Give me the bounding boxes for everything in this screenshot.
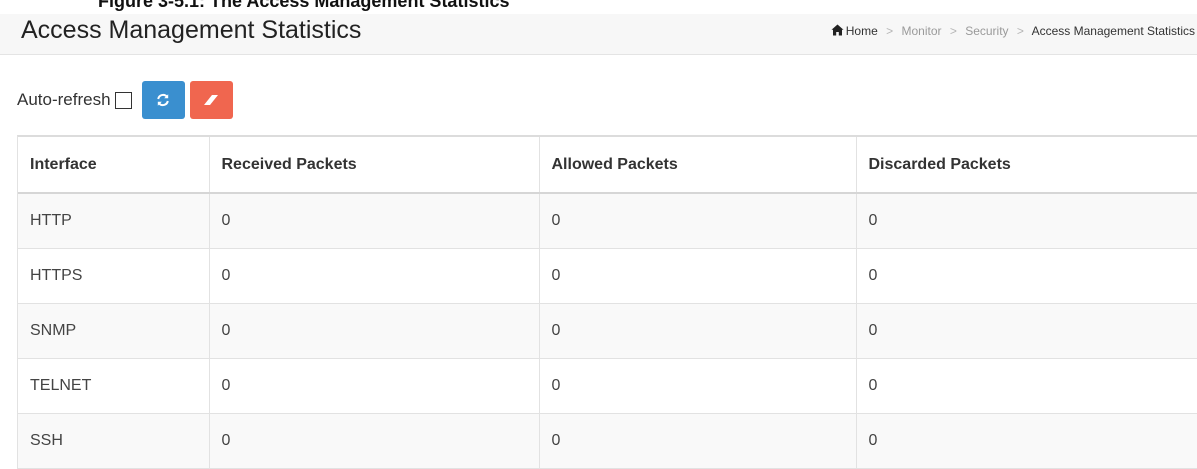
- cell-interface: SNMP: [18, 303, 210, 359]
- breadcrumb-security[interactable]: Security: [965, 24, 1008, 38]
- statistics-table: Interface Received Packets Allowed Packe…: [18, 137, 1197, 469]
- cell-received-packets: 0: [209, 303, 540, 359]
- cell-interface: HTTPS: [18, 248, 210, 304]
- auto-refresh-label: Auto-refresh: [17, 90, 111, 109]
- breadcrumb-separator: >: [886, 24, 894, 38]
- refresh-button[interactable]: [141, 81, 185, 119]
- cell-interface: SSH: [18, 413, 210, 469]
- cell-interface: HTTP: [18, 193, 210, 249]
- cell-allowed-packets: 0: [539, 248, 857, 304]
- column-header-interface: Interface: [18, 137, 210, 194]
- statistics-table-container: Interface Received Packets Allowed Packe…: [17, 135, 1197, 469]
- clear-button[interactable]: [189, 81, 233, 119]
- breadcrumb-separator: >: [1016, 24, 1024, 38]
- column-header-received-packets: Received Packets: [209, 137, 540, 194]
- cell-received-packets: 0: [209, 193, 540, 249]
- cell-discarded-packets: 0: [856, 413, 1197, 469]
- cell-allowed-packets: 0: [539, 303, 857, 359]
- breadcrumb: Home > Monitor > Security > Access Manag…: [831, 24, 1195, 39]
- page-title: Access Management Statistics: [21, 16, 362, 44]
- cell-discarded-packets: 0: [856, 358, 1197, 414]
- table-row: SNMP 0 0 0: [18, 303, 1197, 359]
- cell-received-packets: 0: [209, 358, 540, 414]
- cell-received-packets: 0: [209, 248, 540, 304]
- cell-interface: TELNET: [18, 358, 210, 414]
- refresh-icon: [157, 93, 169, 107]
- cell-allowed-packets: 0: [539, 193, 857, 249]
- table-row: TELNET 0 0 0: [18, 358, 1197, 414]
- home-icon[interactable]: [831, 24, 844, 39]
- cell-allowed-packets: 0: [539, 358, 857, 414]
- cell-discarded-packets: 0: [856, 303, 1197, 359]
- cell-discarded-packets: 0: [856, 193, 1197, 249]
- eraser-icon: [204, 95, 219, 105]
- table-row: HTTPS 0 0 0: [18, 248, 1197, 304]
- cell-received-packets: 0: [209, 413, 540, 469]
- breadcrumb-separator: >: [949, 24, 957, 38]
- cell-discarded-packets: 0: [856, 248, 1197, 304]
- page-header: Access Management Statistics Home > Moni…: [0, 14, 1197, 55]
- breadcrumb-current: Access Management Statistics: [1031, 24, 1195, 38]
- table-row: HTTP 0 0 0: [18, 193, 1197, 249]
- table-header-row: Interface Received Packets Allowed Packe…: [18, 137, 1197, 194]
- column-header-discarded-packets: Discarded Packets: [856, 137, 1197, 194]
- table-row: SSH 0 0 0: [18, 413, 1197, 469]
- column-header-allowed-packets: Allowed Packets: [539, 137, 857, 194]
- breadcrumb-home[interactable]: Home: [846, 24, 878, 38]
- auto-refresh-checkbox[interactable]: [114, 91, 132, 109]
- breadcrumb-monitor[interactable]: Monitor: [901, 24, 941, 38]
- cell-allowed-packets: 0: [539, 413, 857, 469]
- toolbar: Auto-refresh: [17, 80, 238, 120]
- figure-caption: Figure 3-5.1: The Access Management Stat…: [98, 0, 510, 11]
